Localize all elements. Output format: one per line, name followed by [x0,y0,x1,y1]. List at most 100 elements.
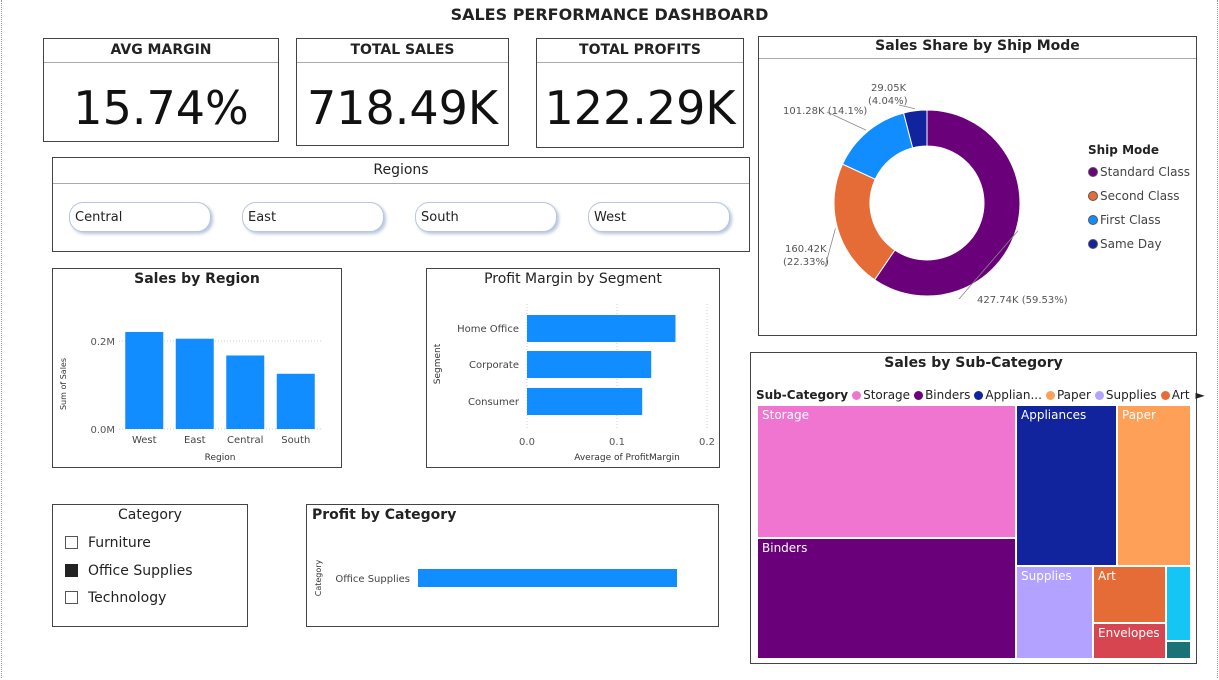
profit-by-category-chart: Profit by Category Office Supplies Catego… [306,504,719,627]
treemap-tile-binders[interactable]: Binders [757,538,1016,659]
category-option-office-supplies[interactable]: Office Supplies [65,561,193,581]
regions-slicer: Regions Central East South West [52,157,750,252]
sales-by-region-chart: Sales by Region 0.0M 0.2M West East Central S… [52,268,342,468]
y-tick-label: Consumer [468,397,520,408]
category-option-technology[interactable]: Technology [65,588,166,608]
sales-by-region-svg: 0.0M 0.2M West East Central South Region Sum of… [59,331,321,463]
treemap-tile-supplies[interactable]: Supplies [1016,566,1093,659]
checkbox-checked[interactable] [65,564,78,577]
legend-item-standard-class[interactable]: Standard Class [1088,163,1190,187]
legend-marker [1094,391,1104,400]
profit-margin-svg: 0.0 0.1 0.2 Home Office Corporate Consumer Ave… [433,304,715,463]
legend-marker [852,391,862,400]
x-tick-label: Central [227,435,263,446]
treemap-tile-appliances[interactable]: Appliances [1016,405,1117,566]
y-tick-label: Home Office [457,324,519,335]
x-tick-label: East [184,435,206,446]
bar-central[interactable] [226,355,265,429]
tile-label: Appliances [1021,408,1087,422]
category-option-label: Furniture [88,535,151,551]
treemap-area: Storage Binders Appliances Paper Supplies Art… [757,405,1191,659]
legend-item-paper[interactable]: Paper [1045,388,1091,402]
region-pill-east[interactable]: East [242,202,384,232]
legend-next-arrow-icon[interactable]: ► [1196,388,1205,402]
tile-label: Supplies [1021,569,1072,583]
region-pill-central[interactable]: Central [69,202,211,232]
legend-marker [1160,391,1170,400]
x-tick-label: 0.2 [699,437,715,448]
y-tick-label: 0.0M [90,425,115,436]
sub-category-treemap-chart: Sales by Sub-Category Sub-Category Storag… [750,352,1205,664]
legend-label: Paper [1056,388,1091,402]
x-axis-label: Average of ProfitMargin [574,453,680,463]
bar-corporate[interactable] [527,351,652,378]
treemap-tile-storage[interactable]: Storage [757,405,1016,538]
treemap-tile-art[interactable]: Art [1093,566,1166,623]
kpi-value: 15.74% [73,81,249,135]
bar-east[interactable] [175,338,214,429]
kpi-label: AVG MARGIN [44,39,278,63]
bar-office-supplies[interactable] [418,569,677,587]
region-pill-west[interactable]: West [588,202,730,232]
y-axis-label: Segment [433,343,443,384]
bar-consumer[interactable] [527,388,643,415]
checkbox[interactable] [65,536,78,549]
treemap-tile-labels[interactable] [1166,641,1191,659]
bar-west[interactable] [125,331,164,429]
legend-marker [974,391,984,400]
legend-marker [1088,215,1098,225]
x-tick-label: 0.0 [519,437,535,448]
legend-item-art[interactable]: Art [1160,388,1190,402]
legend-marker [1088,239,1098,249]
treemap-tile-paper[interactable]: Paper [1117,405,1191,566]
legend-item-first-class[interactable]: First Class [1088,211,1190,235]
legend-item-binders[interactable]: Binders [914,388,970,402]
slicer-title: Category [118,507,182,523]
legend-label: Art [1171,388,1190,402]
treemap-tile-envelopes[interactable]: Envelopes [1093,623,1166,659]
y-tick-label: 0.2M [90,337,115,348]
region-pill-south[interactable]: South [415,202,557,232]
slice-second-class[interactable] [833,163,896,281]
legend-item-applian[interactable]: Applian... [974,388,1042,402]
legend-marker [1045,391,1055,400]
kpi-value: 122.29K [544,81,736,135]
bar-south[interactable] [276,373,315,429]
checkbox[interactable] [65,591,78,604]
legend-item-second-class[interactable]: Second Class [1088,187,1190,211]
treemap-tile-fasteners[interactable] [1166,566,1191,641]
legend-marker [1088,167,1098,177]
legend-title: Sub-Category [756,388,849,402]
legend-marker [1088,191,1098,201]
category-option-furniture[interactable]: Furniture [65,533,151,553]
slicer-title: Regions [53,158,749,184]
legend-label: Storage [863,388,911,402]
dashboard-title: SALES PERFORMANCE DASHBOARD [450,5,769,24]
tile-label: Paper [1122,408,1156,422]
x-tick-label: South [281,435,310,446]
x-tick-label: 0.1 [609,437,625,448]
kpi-label: TOTAL SALES [297,39,508,63]
kpi-card-total-profits: TOTAL PROFITS 122.29K [536,38,744,148]
legend-entries: Storage Binders Applian... Paper Supplies Art [852,384,1193,403]
treemap-legend: Sub-Category Storage Binders Applian... Pape… [756,384,1205,403]
tile-label: Envelopes [1098,626,1160,640]
data-label: 29.05K [871,83,907,94]
y-axis-label: Category [314,559,323,596]
legend-label: Binders [925,388,971,402]
legend-label: Applian... [985,388,1042,402]
legend-item-supplies[interactable]: Supplies [1094,388,1157,402]
ship-mode-donut-chart: Sales Share by Ship Mode 427.74K (59.53%… [758,36,1197,336]
kpi-value: 718.49K [306,81,499,135]
tile-label: Storage [762,408,809,422]
slice-first-class[interactable] [841,112,914,180]
legend-label: Standard Class [1100,165,1190,179]
legend-item-same-day[interactable]: Same Day [1088,235,1190,259]
legend-item-storage[interactable]: Storage [852,388,910,402]
bar-home-office[interactable] [527,315,676,342]
y-axis-label: Sum of Sales [59,358,68,410]
data-label: 160.42K [785,244,827,255]
tile-label: Art [1098,569,1116,583]
kpi-label: TOTAL PROFITS [537,39,743,63]
data-label: (4.04%) [868,96,908,107]
